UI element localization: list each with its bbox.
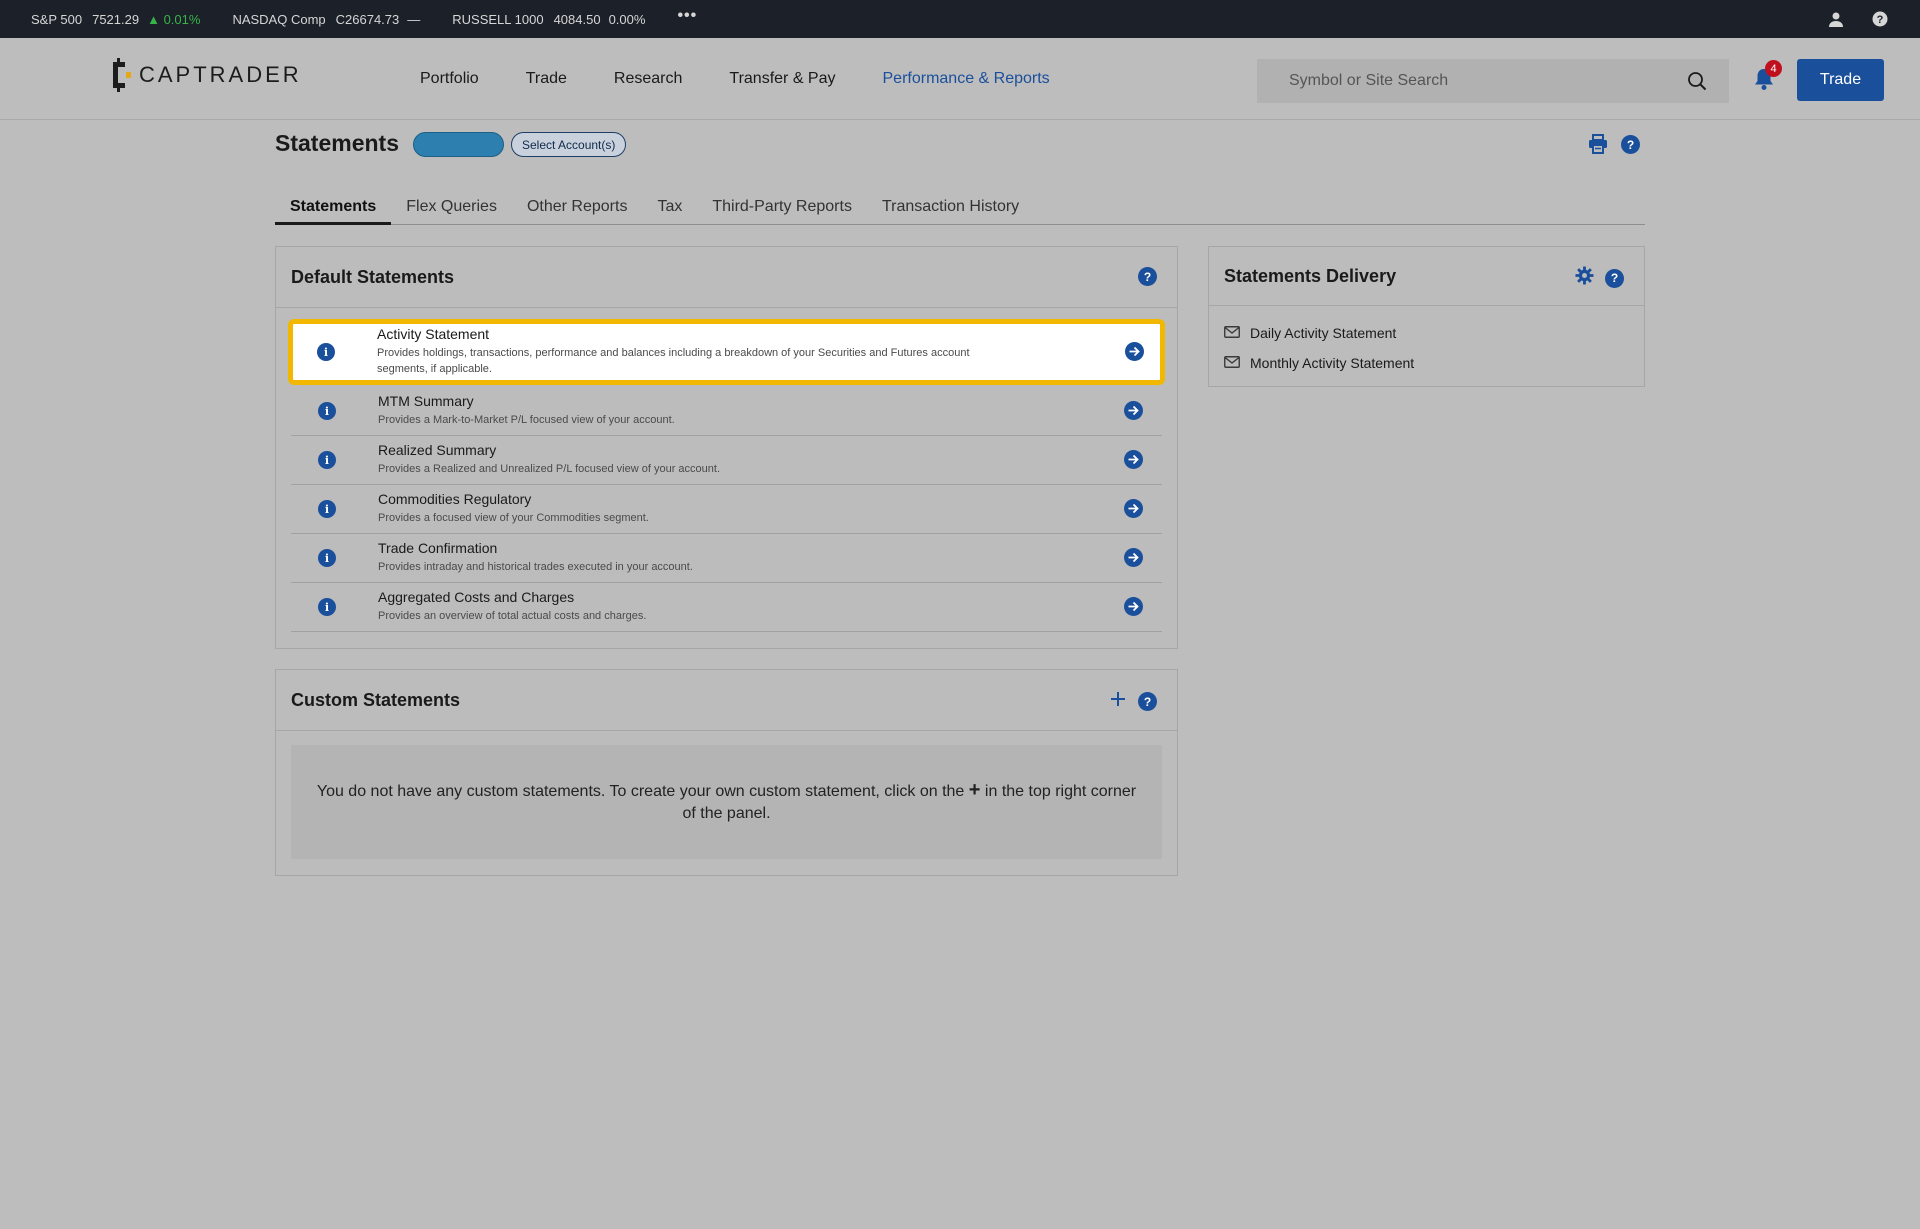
logo-mark-icon [111, 58, 131, 92]
info-icon[interactable]: i [318, 402, 336, 420]
statement-description: Provides an overview of total actual cos… [378, 610, 647, 622]
add-custom-statement-icon[interactable] [1109, 690, 1127, 713]
statement-list: i Activity Statement Provides holdings, … [276, 308, 1177, 632]
statement-description: Provides a Realized and Unrealized P/L f… [378, 463, 721, 475]
statements-delivery-panel: Statements Delivery ? Daily Activity Sta… [1208, 246, 1645, 387]
statement-name: Commodities Regulatory [378, 491, 532, 507]
page-title: Statements [275, 130, 399, 156]
panel-title: Custom Statements [291, 689, 461, 710]
tab-statements[interactable]: Statements [275, 192, 392, 225]
arrow-right-icon[interactable] [1124, 401, 1143, 420]
envelope-icon [1224, 355, 1240, 371]
ticker-value: 4084.50 [553, 11, 601, 27]
ticker-name: RUSSELL 1000 [452, 11, 544, 27]
search-icon[interactable] [1687, 71, 1707, 96]
market-ticker-bar: S&P 500 7521.29 ▲ 0.01% NASDAQ Comp C266… [0, 0, 1920, 38]
statement-name: MTM Summary [378, 393, 474, 409]
info-icon[interactable]: i [317, 343, 335, 361]
panel-title: Default Statements [291, 266, 455, 287]
statement-description: Provides holdings, transactions, perform… [377, 347, 970, 375]
user-icon[interactable] [1827, 10, 1845, 28]
account-selector-pill[interactable] [413, 132, 504, 157]
nav-transfer-pay[interactable]: Transfer & Pay [729, 70, 835, 88]
report-tabs: Statements Flex Queries Other Reports Ta… [275, 192, 1645, 225]
tab-third-party-reports[interactable]: Third-Party Reports [697, 192, 867, 225]
search-input[interactable] [1289, 72, 1679, 90]
default-statements-panel: Default Statements ? i Activity Statemen… [275, 246, 1178, 649]
brand-name: CAPTRADER [139, 62, 302, 87]
page-help-icon[interactable]: ? [1621, 135, 1640, 154]
statement-row-aggregated-costs[interactable]: i Aggregated Costs and Charges Provides … [291, 583, 1162, 632]
ticker-value: 7521.29 [92, 11, 140, 27]
statement-description: Provides a Mark-to-Market P/L focused vi… [378, 414, 675, 426]
statement-description: Provides intraday and historical trades … [378, 561, 693, 573]
notification-count-badge: 4 [1765, 60, 1782, 77]
arrow-right-icon[interactable] [1125, 342, 1144, 361]
panel-title: Statements Delivery [1224, 265, 1397, 286]
ticker-change: 0.00% [608, 11, 646, 27]
tab-tax[interactable]: Tax [642, 192, 697, 225]
statement-name: Realized Summary [378, 442, 497, 458]
custom-statements-panel: Custom Statements ? You do not have any … [275, 669, 1178, 876]
statement-row-trade-confirmation[interactable]: i Trade Confirmation Provides intraday a… [291, 534, 1162, 583]
statement-row-realized[interactable]: i Realized Summary Provides a Realized a… [291, 436, 1162, 485]
delivery-item-monthly[interactable]: Monthly Activity Statement [1224, 348, 1629, 378]
arrow-right-icon[interactable] [1124, 597, 1143, 616]
nav-performance-reports[interactable]: Performance & Reports [883, 70, 1050, 88]
ticker-item-sp500[interactable]: S&P 500 7521.29 ▲ 0.01% [31, 12, 200, 27]
main-nav: Portfolio Trade Research Transfer & Pay … [420, 38, 1097, 120]
plus-icon: + [968, 779, 981, 801]
arrow-right-icon[interactable] [1124, 450, 1143, 469]
main-header: CAPTRADER Portfolio Trade Research Trans… [0, 38, 1920, 120]
info-icon[interactable]: i [318, 500, 336, 518]
envelope-icon [1224, 325, 1240, 341]
site-search [1257, 59, 1729, 103]
delivery-item-label: Daily Activity Statement [1250, 325, 1397, 341]
delivery-list: Daily Activity Statement Monthly Activit… [1209, 306, 1644, 390]
ticker-item-nasdaq[interactable]: NASDAQ Comp C26674.73 — [232, 12, 420, 27]
arrow-right-icon[interactable] [1124, 499, 1143, 518]
info-icon[interactable]: i [318, 598, 336, 616]
default-statements-help-icon[interactable]: ? [1138, 267, 1157, 286]
nav-trade[interactable]: Trade [526, 70, 567, 88]
ticker-name: NASDAQ Comp [232, 11, 326, 27]
tab-transaction-history[interactable]: Transaction History [867, 192, 1034, 225]
trade-button[interactable]: Trade [1797, 59, 1884, 101]
info-icon[interactable]: i [318, 451, 336, 469]
panel-header: Custom Statements ? [276, 670, 1177, 731]
ticker-change: — [407, 11, 421, 27]
ticker-name: S&P 500 [31, 11, 83, 27]
printer-icon[interactable] [1588, 134, 1608, 159]
statement-row-commodities[interactable]: i Commodities Regulatory Provides a focu… [291, 485, 1162, 534]
statement-name: Trade Confirmation [378, 540, 498, 556]
captrader-logo[interactable]: CAPTRADER [111, 58, 302, 92]
tab-other-reports[interactable]: Other Reports [512, 192, 642, 225]
svg-text:?: ? [1877, 14, 1884, 26]
delivery-item-daily[interactable]: Daily Activity Statement [1224, 318, 1629, 348]
statement-row-mtm[interactable]: i MTM Summary Provides a Mark-to-Market … [291, 387, 1162, 436]
ticker-value: C26674.73 [335, 11, 400, 27]
select-accounts-button[interactable]: Select Account(s) [511, 132, 627, 157]
ticker-item-russell[interactable]: RUSSELL 1000 4084.50 0.00% [452, 12, 645, 27]
ticker-change: ▲ 0.01% [147, 11, 201, 27]
custom-statements-help-icon[interactable]: ? [1138, 692, 1157, 711]
statement-name: Activity Statement [377, 326, 490, 342]
tab-flex-queries[interactable]: Flex Queries [391, 192, 512, 225]
nav-research[interactable]: Research [614, 70, 682, 88]
delivery-item-label: Monthly Activity Statement [1250, 355, 1415, 371]
ticker-more-button[interactable]: ••• [677, 7, 697, 25]
gear-icon[interactable] [1575, 266, 1594, 290]
statement-description: Provides a focused view of your Commodit… [378, 512, 649, 524]
arrow-right-icon[interactable] [1124, 548, 1143, 567]
nav-portfolio[interactable]: Portfolio [420, 70, 479, 88]
statement-row-activity[interactable]: i Activity Statement Provides holdings, … [288, 319, 1165, 385]
statement-name: Aggregated Costs and Charges [378, 589, 575, 605]
empty-text-pre: You do not have any custom statements. T… [316, 783, 965, 800]
panel-header: Default Statements ? [276, 247, 1177, 308]
help-icon[interactable]: ? [1871, 10, 1889, 28]
delivery-help-icon[interactable]: ? [1605, 268, 1624, 288]
empty-state-message: You do not have any custom statements. T… [291, 745, 1162, 859]
panel-header: Statements Delivery ? [1209, 247, 1644, 306]
info-icon[interactable]: i [318, 549, 336, 567]
